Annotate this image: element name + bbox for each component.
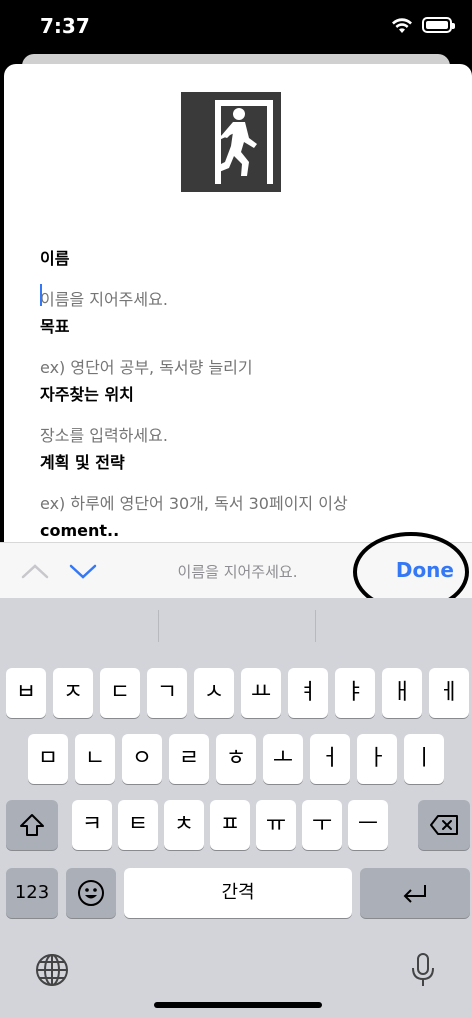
emoji-icon bbox=[78, 880, 104, 906]
key-label: ㄴ bbox=[84, 746, 106, 771]
key-label: ㅊ bbox=[173, 812, 195, 837]
key-label: ㄹ bbox=[178, 746, 200, 771]
key-row2-6[interactable]: ㅓ bbox=[310, 734, 350, 784]
key-row3-0[interactable]: ㅋ bbox=[72, 800, 112, 850]
name-input[interactable] bbox=[40, 282, 452, 316]
place-label: 자주찾는 위치 bbox=[40, 385, 134, 404]
name-label: 이름 bbox=[40, 249, 70, 268]
key-label: ㅎ bbox=[225, 746, 247, 771]
key-label: ㅕ bbox=[297, 680, 319, 705]
key-label: ㅐ bbox=[391, 680, 413, 705]
korean-keyboard: ㅂㅈㄷㄱㅅㅛㅕㅑㅐㅔ ㅁㄴㅇㄹㅎㅗㅓㅏㅣ ㅋㅌㅊㅍㅠㅜㅡ 123 간격 bbox=[0, 598, 472, 1018]
goal-label: 목표 bbox=[40, 317, 70, 336]
shift-icon bbox=[20, 814, 44, 836]
status-icons bbox=[390, 16, 455, 34]
battery-icon bbox=[422, 17, 455, 33]
key-label: ㅌ bbox=[127, 812, 149, 837]
accessory-title: 이름을 지어주세요. bbox=[177, 563, 298, 581]
key-label: ㅅ bbox=[203, 680, 225, 705]
modal-sheet: 이름 목표 자주찾는 위치 계획 및 전략 coment.. bbox=[4, 64, 472, 604]
plan-input[interactable] bbox=[40, 486, 452, 520]
status-time: 7:37 bbox=[40, 14, 90, 38]
habit-form: 이름 목표 자주찾는 위치 계획 및 전략 coment.. bbox=[40, 248, 452, 554]
text-caret bbox=[40, 284, 42, 306]
key-row3-1[interactable]: ㅌ bbox=[118, 800, 158, 850]
emoji-key[interactable] bbox=[66, 868, 116, 918]
key-label: ㅗ bbox=[272, 746, 294, 771]
key-row2-5[interactable]: ㅗ bbox=[263, 734, 303, 784]
key-label: ㄱ bbox=[156, 680, 178, 705]
key-row1-2[interactable]: ㄷ bbox=[100, 668, 140, 718]
wifi-icon bbox=[392, 18, 412, 33]
key-row1-4[interactable]: ㅅ bbox=[194, 668, 234, 718]
space-key[interactable]: 간격 bbox=[124, 868, 352, 918]
key-row2-2[interactable]: ㅇ bbox=[122, 734, 162, 784]
key-label: ㅍ bbox=[219, 812, 241, 837]
goal-input[interactable] bbox=[40, 350, 452, 384]
backspace-icon bbox=[430, 815, 458, 835]
key-label: ㅜ bbox=[311, 812, 333, 837]
key-label: ㄷ bbox=[109, 680, 131, 705]
return-icon bbox=[403, 885, 426, 903]
key-label: ㅏ bbox=[366, 746, 388, 771]
key-label: ㅁ bbox=[37, 746, 59, 771]
key-row2-3[interactable]: ㄹ bbox=[169, 734, 209, 784]
microphone-icon[interactable] bbox=[408, 952, 438, 988]
key-row2-0[interactable]: ㅁ bbox=[28, 734, 68, 784]
key-row3-4[interactable]: ㅠ bbox=[256, 800, 296, 850]
key-label: ㅓ bbox=[319, 746, 341, 771]
key-row2-1[interactable]: ㄴ bbox=[75, 734, 115, 784]
key-row1-6[interactable]: ㅕ bbox=[288, 668, 328, 718]
key-row1-0[interactable]: ㅂ bbox=[6, 668, 46, 718]
key-label: ㅣ bbox=[413, 746, 435, 771]
done-button[interactable]: Done bbox=[396, 558, 454, 582]
key-label: ㅛ bbox=[250, 680, 272, 705]
return-key[interactable] bbox=[360, 868, 470, 918]
space-key-label: 간격 bbox=[221, 882, 255, 903]
status-bar: 7:37 bbox=[0, 0, 472, 56]
key-label: ㅔ bbox=[438, 680, 460, 705]
place-input[interactable] bbox=[40, 418, 452, 452]
key-row1-1[interactable]: ㅈ bbox=[53, 668, 93, 718]
backspace-key[interactable] bbox=[418, 800, 470, 850]
suggestion-divider bbox=[158, 610, 159, 642]
key-label: ㅠ bbox=[265, 812, 287, 837]
key-row3-6[interactable]: ㅡ bbox=[348, 800, 388, 850]
key-label: ㅋ bbox=[81, 812, 103, 837]
key-row3-2[interactable]: ㅊ bbox=[164, 800, 204, 850]
suggestion-divider bbox=[315, 610, 316, 642]
keyboard-accessory-bar: 이름을 지어주세요. Done bbox=[0, 542, 472, 598]
numbers-key-label: 123 bbox=[14, 882, 50, 903]
globe-icon[interactable] bbox=[34, 952, 70, 988]
key-row1-9[interactable]: ㅔ bbox=[429, 668, 469, 718]
key-row2-4[interactable]: ㅎ bbox=[216, 734, 256, 784]
key-row1-7[interactable]: ㅑ bbox=[335, 668, 375, 718]
key-label: ㅡ bbox=[357, 812, 379, 837]
key-label: ㅂ bbox=[15, 680, 37, 705]
numbers-key[interactable]: 123 bbox=[6, 868, 58, 918]
key-row1-5[interactable]: ㅛ bbox=[241, 668, 281, 718]
key-label: ㅈ bbox=[62, 680, 84, 705]
shift-key[interactable] bbox=[6, 800, 58, 850]
plan-label: 계획 및 전략 bbox=[40, 453, 125, 472]
chevron-down-icon[interactable] bbox=[68, 559, 98, 583]
suggestion-bar bbox=[0, 598, 472, 656]
key-row1-8[interactable]: ㅐ bbox=[382, 668, 422, 718]
key-row3-3[interactable]: ㅍ bbox=[210, 800, 250, 850]
key-label: ㅇ bbox=[131, 746, 153, 771]
key-row3-5[interactable]: ㅜ bbox=[302, 800, 342, 850]
key-label: ㅑ bbox=[344, 680, 366, 705]
key-row1-3[interactable]: ㄱ bbox=[147, 668, 187, 718]
emergency-exit-logo bbox=[181, 92, 281, 192]
key-row2-7[interactable]: ㅏ bbox=[357, 734, 397, 784]
key-row2-8[interactable]: ㅣ bbox=[404, 734, 444, 784]
chevron-up-icon[interactable] bbox=[20, 559, 50, 583]
home-indicator bbox=[154, 1002, 322, 1008]
